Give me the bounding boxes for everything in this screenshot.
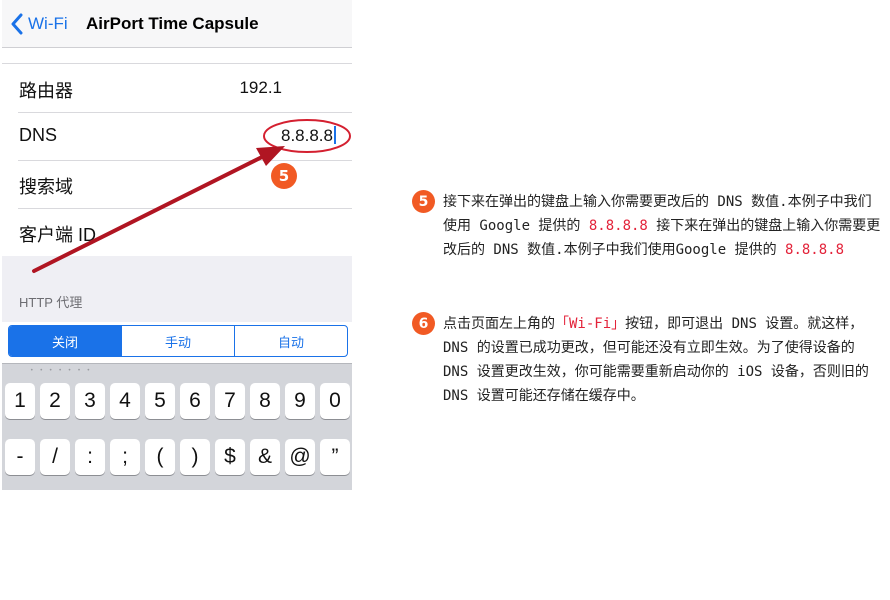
key-open-paren[interactable]: ( — [145, 439, 175, 475]
key-colon[interactable]: : — [75, 439, 105, 475]
key-ampersand[interactable]: & — [250, 439, 280, 475]
http-proxy-section: 关闭 手动 自动 — [2, 322, 352, 362]
client-id-row[interactable]: 客户端 ID — [2, 209, 352, 257]
key-5[interactable]: 5 — [145, 383, 175, 419]
http-proxy-segmented-control: 关闭 手动 自动 — [8, 325, 348, 357]
segment-auto[interactable]: 自动 — [235, 326, 347, 356]
http-proxy-header: HTTP 代理 — [19, 295, 83, 310]
key-quote[interactable]: ” — [320, 439, 350, 475]
navigation-bar: Wi-Fi AirPort Time Capsule — [2, 0, 352, 48]
step-6-highlight: 「Wi-Fi」 — [555, 316, 626, 332]
dns-row[interactable]: DNS 8.8.8.8 — [2, 113, 352, 161]
page-title: AirPort Time Capsule — [86, 14, 259, 33]
step-6-text-part: 点击页面左上角的 — [443, 316, 555, 332]
numeric-keyboard: • • • • • • • 1 2 3 4 5 6 7 8 9 0 - / : … — [2, 363, 352, 490]
key-8[interactable]: 8 — [250, 383, 280, 419]
back-button[interactable]: Wi-Fi — [10, 11, 68, 37]
chevron-left-icon — [11, 13, 23, 35]
key-6[interactable]: 6 — [180, 383, 210, 419]
segment-manual[interactable]: 手动 — [122, 326, 235, 356]
key-2[interactable]: 2 — [40, 383, 70, 419]
router-label: 路由器 — [19, 81, 73, 101]
section-gap — [2, 256, 352, 322]
client-id-label: 客户端 ID — [19, 225, 97, 245]
key-0[interactable]: 0 — [320, 383, 350, 419]
router-value: 192.1 — [239, 78, 282, 97]
back-button-label: Wi-Fi — [28, 14, 68, 33]
text-cursor — [334, 126, 336, 144]
search-domains-label: 搜索域 — [19, 177, 73, 197]
key-at[interactable]: @ — [285, 439, 315, 475]
step-5-highlight: 8.8.8.8 — [785, 242, 845, 258]
segment-off[interactable]: 关闭 — [9, 326, 122, 356]
keyboard-grip: • • • • • • • — [30, 367, 93, 374]
key-9[interactable]: 9 — [285, 383, 315, 419]
key-slash[interactable]: / — [40, 439, 70, 475]
step-5-badge: 5 — [412, 190, 435, 213]
step-6-text: 点击页面左上角的「Wi-Fi」按钮，即可退出 DNS 设置。就这样，DNS 的设… — [443, 312, 885, 408]
step-5-text: 接下来在弹出的键盘上输入你需要更改后的 DNS 数值.本例子中我们使用 Goog… — [443, 190, 885, 262]
search-domains-row[interactable]: 搜索域 — [2, 161, 352, 209]
dns-value: 8.8.8.8 — [281, 126, 333, 145]
key-dollar[interactable]: $ — [215, 439, 245, 475]
key-7[interactable]: 7 — [215, 383, 245, 419]
step-6-badge: 6 — [412, 312, 435, 335]
section-gap — [2, 49, 352, 64]
key-close-paren[interactable]: ) — [180, 439, 210, 475]
key-minus[interactable]: - — [5, 439, 35, 475]
router-row[interactable]: 路由器 192.1 — [2, 65, 352, 113]
key-3[interactable]: 3 — [75, 383, 105, 419]
phone-screenshot: Wi-Fi AirPort Time Capsule 路由器 192.1 DNS… — [2, 0, 352, 490]
key-semicolon[interactable]: ; — [110, 439, 140, 475]
annotation-badge-label: 5 — [278, 167, 290, 185]
step-5: 5 接下来在弹出的键盘上输入你需要更改后的 DNS 数值.本例子中我们使用 Go… — [412, 190, 884, 290]
step-5-highlight: 8.8.8.8 — [588, 218, 648, 234]
key-1[interactable]: 1 — [5, 383, 35, 419]
key-4[interactable]: 4 — [110, 383, 140, 419]
step-6: 6 点击页面左上角的「Wi-Fi」按钮，即可退出 DNS 设置。就这样，DNS … — [412, 312, 884, 442]
dns-input[interactable]: 8.8.8.8 — [281, 126, 336, 146]
dns-label: DNS — [19, 125, 58, 145]
